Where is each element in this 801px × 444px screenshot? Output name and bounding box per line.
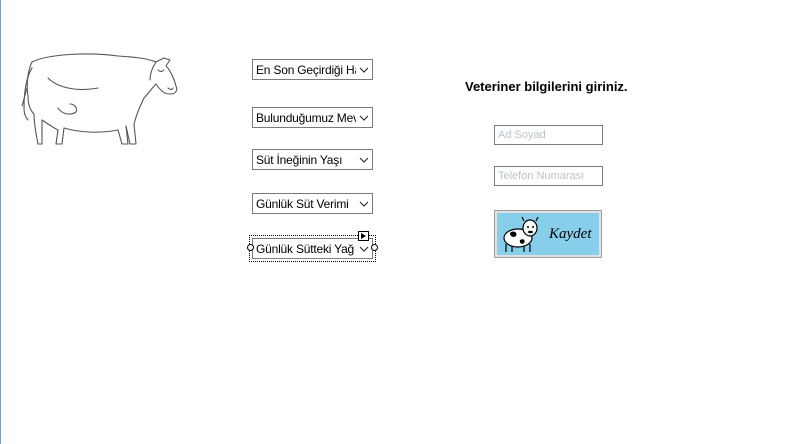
dropdown-milk-yield[interactable]: Günlük Süt Verimi xyxy=(252,193,373,214)
dropdown-season[interactable]: Bulunduğumuz Mevsim xyxy=(252,107,373,128)
save-button[interactable]: Kaydet xyxy=(494,210,602,258)
chevron-down-icon[interactable] xyxy=(356,108,372,127)
window-left-border xyxy=(0,0,1,444)
resize-handle-left[interactable] xyxy=(247,244,254,251)
dropdown-cow-age-value: Süt İneğinin Yaşı xyxy=(256,152,343,167)
vet-heading: Veteriner bilgilerini giriniz. xyxy=(465,79,628,94)
vet-phone-input[interactable] xyxy=(494,166,603,186)
smart-tag-icon[interactable] xyxy=(358,231,369,241)
dropdown-disease[interactable]: En Son Geçirdiği Hastalık xyxy=(252,59,373,80)
dropdown-fat-ratio-value: Günlük Sütteki Yağ Oranı xyxy=(256,241,356,256)
cow-cartoon-icon xyxy=(503,216,539,252)
dropdown-disease-value: En Son Geçirdiği Hastalık xyxy=(256,62,356,77)
dropdown-fat-ratio[interactable]: Günlük Sütteki Yağ Oranı xyxy=(249,235,376,262)
chevron-down-icon[interactable] xyxy=(356,194,372,213)
save-button-label: Kaydet xyxy=(549,226,592,242)
dropdown-season-value: Bulunduğumuz Mevsim xyxy=(256,110,356,125)
dropdown-milk-yield-value: Günlük Süt Verimi xyxy=(256,196,349,211)
chevron-down-icon[interactable] xyxy=(356,239,372,258)
resize-handle-right[interactable] xyxy=(371,244,378,251)
dropdown-cow-age[interactable]: Süt İneğinin Yaşı xyxy=(252,149,373,170)
chevron-down-icon[interactable] xyxy=(356,150,372,169)
vet-name-input[interactable] xyxy=(494,125,603,145)
save-button-face: Kaydet xyxy=(497,213,599,255)
cow-drawing-icon xyxy=(21,53,178,145)
chevron-down-icon[interactable] xyxy=(356,60,372,79)
